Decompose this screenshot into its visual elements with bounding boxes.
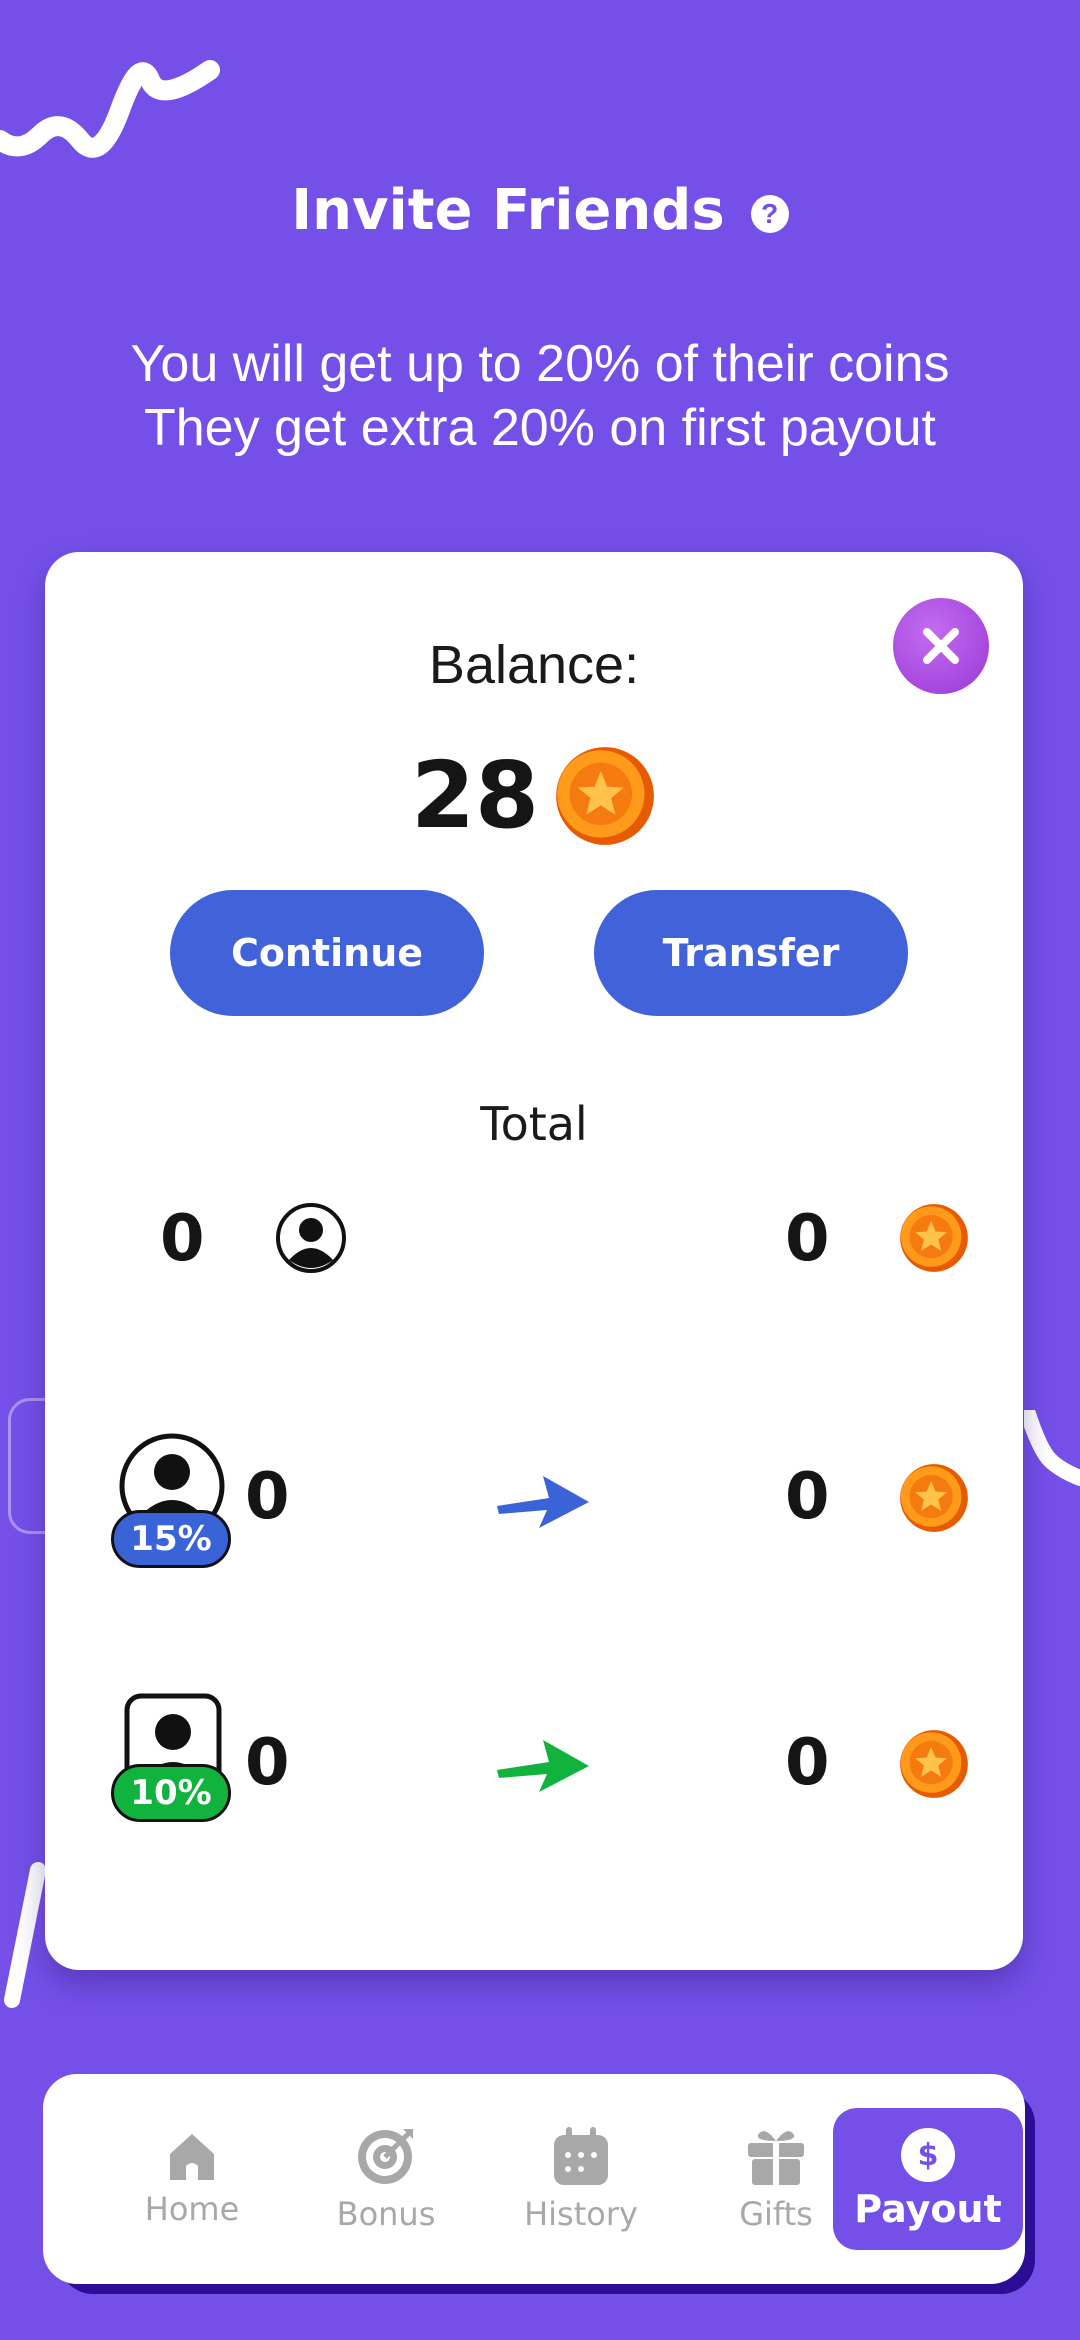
total-label: Total: [480, 1097, 588, 1151]
nav-item-history[interactable]: History: [486, 2074, 676, 2284]
coin-icon: [900, 1464, 968, 1532]
squiggle-decoration: [1024, 1410, 1080, 1486]
balance-label: Balance:: [428, 635, 640, 695]
home-icon: [170, 2134, 214, 2180]
target-icon: [358, 2129, 413, 2184]
balance-display: 28: [45, 742, 1023, 849]
coin-icon: [556, 746, 654, 845]
blue-arrow-icon: [497, 1476, 589, 1528]
dollar-icon: $: [901, 2128, 955, 2182]
invite-card: Balance: 28 Continue Transfer Total 0 0 …: [45, 552, 1023, 1970]
total-coins-value: 0: [785, 1202, 830, 1276]
gift-icon: [748, 2131, 804, 2185]
invite-description: You will get up to 20% of their coins Th…: [130, 335, 950, 457]
calendar-icon: [554, 2127, 608, 2185]
nav-item-payout[interactable]: $ Payout: [833, 2108, 1023, 2250]
tier2-percent-badge: 10%: [111, 1764, 231, 1822]
transfer-button[interactable]: Transfer: [594, 890, 908, 1016]
green-arrow-icon: [497, 1740, 589, 1792]
tier1-friends-count: 0: [245, 1460, 290, 1534]
help-icon[interactable]: ?: [750, 194, 789, 233]
squiggle-decoration: [4, 1862, 46, 2008]
page-title: Invite Friends ?: [0, 178, 1080, 243]
bottom-nav: Home Bonus History Gifts $ Payout: [43, 2074, 1025, 2284]
squiggle-decoration: [0, 60, 220, 158]
coin-icon: [900, 1730, 968, 1798]
tier2-friends-count: 0: [245, 1726, 290, 1800]
tier1-coins-value: 0: [785, 1460, 830, 1534]
balance-value: 28: [410, 742, 540, 849]
total-friends-count: 0: [160, 1202, 205, 1276]
continue-button[interactable]: Continue: [170, 890, 484, 1016]
tier2-coins-value: 0: [785, 1726, 830, 1800]
svg-text:$: $: [918, 2138, 939, 2173]
nav-item-bonus[interactable]: Bonus: [291, 2074, 481, 2284]
user-icon: [276, 1203, 346, 1273]
tier1-percent-badge: 15%: [111, 1510, 231, 1568]
coin-icon: [900, 1204, 968, 1272]
nav-item-home[interactable]: Home: [97, 2074, 287, 2284]
